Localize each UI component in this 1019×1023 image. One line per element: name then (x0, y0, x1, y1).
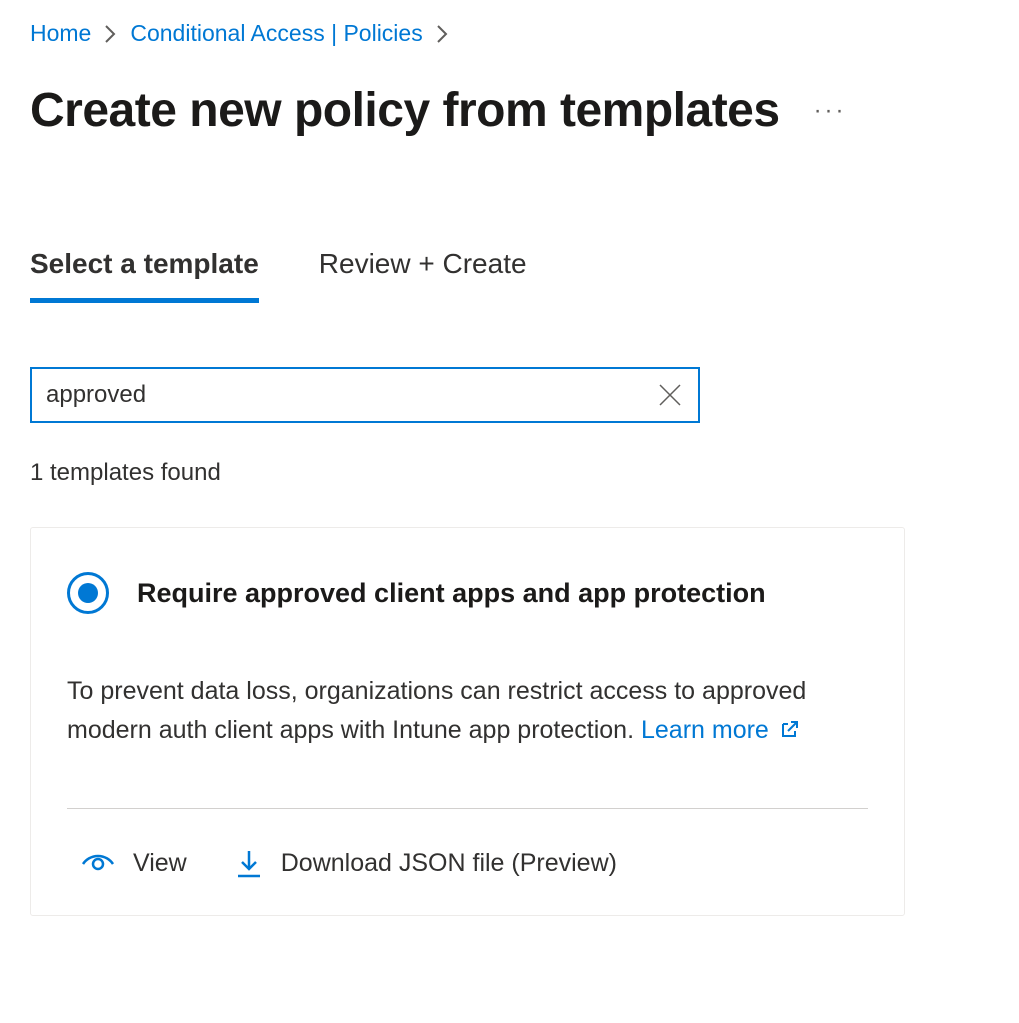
search-input[interactable] (30, 367, 700, 423)
view-button[interactable]: View (81, 849, 187, 878)
chevron-right-icon (437, 25, 448, 43)
search-wrap (30, 367, 700, 423)
template-card: Require approved client apps and app pro… (30, 527, 905, 916)
results-count: 1 templates found (30, 459, 989, 487)
tabs: Select a template Review + Create (30, 248, 989, 303)
learn-more-label: Learn more (641, 711, 769, 750)
external-link-icon (779, 720, 799, 740)
card-actions: View Download JSON file (Preview) (67, 849, 868, 879)
breadcrumb-conditional-access[interactable]: Conditional Access | Policies (130, 20, 422, 47)
divider (67, 808, 868, 809)
learn-more-link[interactable]: Learn more (641, 711, 799, 750)
more-menu-icon[interactable]: ··· (810, 93, 851, 129)
tab-select-template[interactable]: Select a template (30, 248, 259, 303)
download-json-button[interactable]: Download JSON file (Preview) (235, 849, 617, 879)
page-title-row: Create new policy from templates ··· (30, 83, 989, 138)
breadcrumb-home[interactable]: Home (30, 20, 91, 47)
page-title: Create new policy from templates (30, 83, 780, 138)
download-icon (235, 849, 263, 879)
close-icon[interactable] (652, 377, 688, 413)
breadcrumb: Home Conditional Access | Policies (30, 20, 989, 47)
card-header: Require approved client apps and app pro… (67, 572, 868, 614)
radio-dot-icon (78, 583, 98, 603)
eye-icon (81, 853, 115, 875)
radio-selected[interactable] (67, 572, 109, 614)
template-title: Require approved client apps and app pro… (137, 578, 766, 609)
view-label: View (133, 849, 187, 878)
chevron-right-icon (105, 25, 116, 43)
tab-review-create[interactable]: Review + Create (319, 248, 527, 303)
download-label: Download JSON file (Preview) (281, 849, 617, 878)
template-description: To prevent data loss, organizations can … (67, 672, 868, 750)
